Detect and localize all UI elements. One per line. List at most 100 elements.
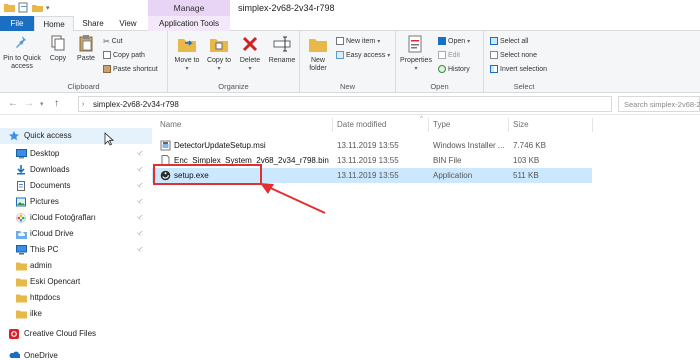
chevron-down-icon[interactable]: ▾	[46, 4, 50, 12]
column-divider[interactable]	[592, 118, 593, 132]
sidebar-item[interactable]: Eski Opencart	[0, 274, 152, 290]
sidebar-item-label: Documents	[30, 181, 71, 190]
sidebar-item[interactable]: Pictures ⊥	[0, 194, 152, 210]
column-divider[interactable]	[332, 118, 333, 132]
back-arrow-icon[interactable]: ←	[8, 98, 18, 110]
sidebar-item-creative-cloud[interactable]: Creative Cloud Files	[0, 326, 152, 342]
pin-to-quick-access-button[interactable]: Pin to Quick access	[0, 34, 44, 71]
address-bar[interactable]: › simplex-2v68-2v34-r798	[78, 96, 612, 112]
pin-icon[interactable]: ⊥	[135, 164, 145, 174]
file-row[interactable]: DetectorUpdateSetup.msi 13.11.2019 13:55 W…	[152, 138, 592, 153]
chevron-down-icon: ▾	[377, 38, 381, 45]
folder-icon	[16, 293, 27, 305]
column-divider[interactable]	[428, 118, 429, 132]
delete-button[interactable]: Delete ▾	[236, 34, 264, 73]
pin-icon[interactable]: ⊥	[135, 212, 145, 222]
sidebar-item[interactable]: admin	[0, 258, 152, 274]
creative-cloud-icon	[9, 329, 19, 339]
title-bar: ▾ Manage simplex-2v68-2v34-r798	[0, 0, 700, 16]
sidebar-item-onedrive[interactable]: OneDrive	[0, 348, 152, 360]
sidebar-item-quick-access[interactable]: Quick access	[0, 128, 152, 144]
pin-icon[interactable]: ⊥	[135, 244, 145, 254]
desktop-icon	[16, 149, 27, 161]
column-header-date[interactable]: Date modified	[337, 120, 386, 129]
file-type: Windows Installer ...	[433, 141, 505, 150]
rename-icon	[273, 36, 291, 52]
organize-group-label: Organize	[218, 82, 249, 91]
tab-view[interactable]: View	[112, 16, 144, 31]
up-arrow-icon[interactable]: ↑	[54, 98, 59, 110]
search-input[interactable]: Search simplex-2v68-2v34-r798	[618, 96, 700, 112]
properties-icon[interactable]	[18, 2, 29, 13]
move-to-button[interactable]: Move to ▾	[172, 34, 202, 73]
star-icon	[9, 131, 19, 141]
sidebar-item[interactable]: This PC ⊥	[0, 242, 152, 258]
forward-arrow-icon[interactable]: →	[24, 98, 34, 110]
properties-button[interactable]: Properties ▾	[398, 34, 434, 73]
cut-button[interactable]: ✂ Cut	[103, 37, 123, 46]
select-none-button[interactable]: Select none	[490, 51, 537, 59]
open-button[interactable]: Open ▾	[438, 37, 470, 45]
new-folder-icon	[309, 39, 327, 52]
paste-shortcut-icon	[103, 65, 111, 73]
address-row: ← → ▾ ↑ › simplex-2v68-2v34-r798 Search …	[0, 93, 700, 115]
ribbon-tabs: File Home Share View Application Tools	[0, 16, 700, 32]
sidebar-item[interactable]: Downloads ⊥	[0, 162, 152, 178]
column-divider[interactable]	[508, 118, 509, 132]
sidebar-item[interactable]: httpdocs	[0, 290, 152, 306]
file-size: 103 KB	[513, 156, 540, 165]
sidebar-item[interactable]: Documents ⊥	[0, 178, 152, 194]
copy-path-button[interactable]: Copy path	[103, 51, 145, 59]
open-group: Properties ▾ Open ▾ Edit History Open	[396, 31, 484, 93]
search-placeholder: Search simplex-2v68-2v34-r798	[624, 100, 700, 109]
history-button[interactable]: History	[438, 65, 470, 73]
delete-icon	[242, 36, 258, 52]
column-header-size[interactable]: Size	[513, 120, 529, 129]
select-group-label: Select	[513, 82, 535, 91]
sidebar-item[interactable]: iCloud Fotoğrafları ⊥	[0, 210, 152, 226]
new-folder-icon[interactable]	[32, 2, 43, 13]
copy-to-button[interactable]: Copy to ▾	[204, 34, 234, 73]
new-folder-button[interactable]: New folder	[302, 34, 334, 73]
edit-button[interactable]: Edit	[438, 51, 460, 59]
paste-button[interactable]: Paste	[72, 34, 100, 63]
column-header-type[interactable]: Type	[433, 120, 450, 129]
quick-access-toolbar: ▾	[4, 2, 50, 13]
sidebar-item[interactable]: Desktop ⊥	[0, 146, 152, 162]
documents-icon	[16, 181, 26, 193]
copy-button[interactable]: Copy	[44, 34, 72, 63]
new-group-label: New	[339, 82, 355, 91]
open-icon	[438, 37, 446, 45]
invert-selection-button[interactable]: Invert selection	[490, 65, 547, 73]
tab-file[interactable]: File	[0, 16, 34, 31]
pin-icon[interactable]: ⊥	[135, 196, 145, 206]
sidebar-item-label: ilke	[30, 309, 43, 318]
tab-application-tools[interactable]: Application Tools	[148, 16, 230, 31]
onedrive-icon	[9, 351, 20, 358]
easy-access-button[interactable]: Easy access ▾	[336, 51, 390, 59]
new-item-button[interactable]: New item ▾	[336, 37, 380, 45]
rename-button[interactable]: Rename	[266, 34, 298, 65]
tab-home[interactable]: Home	[34, 16, 74, 32]
pin-icon[interactable]: ⊥	[135, 148, 145, 158]
properties-icon	[408, 35, 422, 53]
recent-locations-icon[interactable]: ▾	[40, 99, 44, 111]
pin-icon[interactable]: ⊥	[135, 180, 145, 190]
sidebar-item[interactable]: ilke	[0, 306, 152, 322]
select-all-button[interactable]: Select all	[490, 37, 528, 45]
folder-icon	[16, 261, 27, 273]
chevron-down-icon: ▾	[217, 66, 221, 72]
column-header-name[interactable]: Name	[160, 120, 181, 129]
pin-icon[interactable]: ⊥	[135, 228, 145, 238]
paste-shortcut-button[interactable]: Paste shortcut	[103, 65, 158, 73]
tab-share[interactable]: Share	[78, 16, 108, 31]
window-title: simplex-2v68-2v34-r798	[238, 3, 335, 13]
organize-group: Move to ▾ Copy to ▾ Delete ▾ Rename Orga…	[168, 31, 300, 93]
chevron-down-icon: ▾	[387, 52, 391, 59]
breadcrumb[interactable]: simplex-2v68-2v34-r798	[93, 100, 179, 109]
folder-icon	[16, 309, 27, 321]
sidebar-item-label: Downloads	[30, 165, 70, 174]
sidebar-item[interactable]: iCloud Drive ⊥	[0, 226, 152, 242]
this-pc-icon	[16, 245, 27, 257]
file-size: 7.746 KB	[513, 141, 546, 150]
